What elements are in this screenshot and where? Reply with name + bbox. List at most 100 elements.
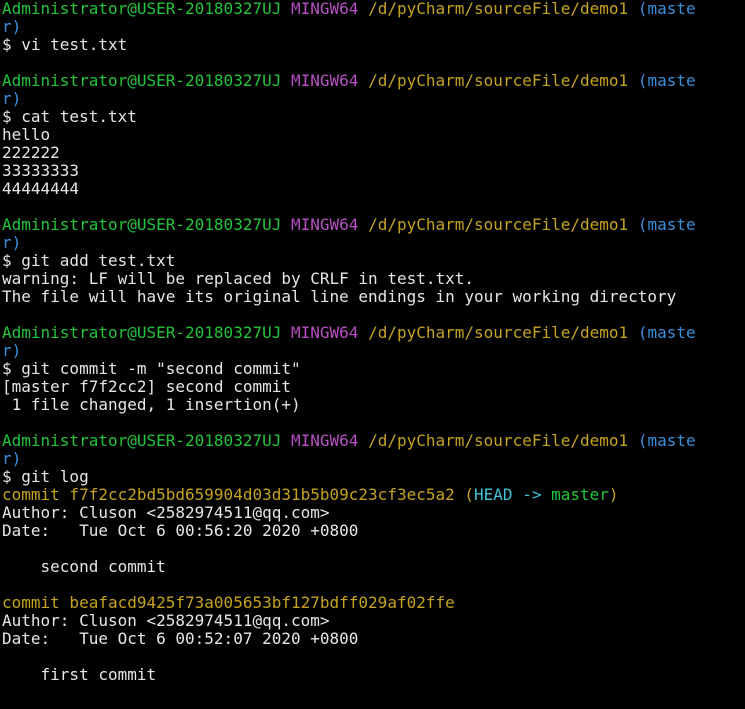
terminal-line: The file will have its original line end… xyxy=(2,288,745,306)
terminal-line: r) xyxy=(2,90,745,108)
terminal-text-segment: r) xyxy=(2,450,22,468)
terminal-text-segment: 1 file changed, 1 insertion(+) xyxy=(2,396,301,414)
terminal-line: hello xyxy=(2,126,745,144)
terminal-line: $ vi test.txt xyxy=(2,36,745,54)
terminal-text-segment: MINGW64 xyxy=(291,0,359,18)
terminal-text-segment: (maste xyxy=(637,324,696,342)
terminal-text-segment: Date: Tue Oct 6 00:52:07 2020 +0800 xyxy=(2,630,359,648)
terminal-line: r) xyxy=(2,234,745,252)
terminal-text-segment: HEAD -> xyxy=(474,486,552,504)
terminal-text-segment: master xyxy=(551,486,609,504)
terminal-line: [master f7f2cc2] second commit xyxy=(2,378,745,396)
terminal-text-segment: second commit xyxy=(2,558,166,576)
terminal-text-segment: r) xyxy=(2,234,22,252)
terminal-text-segment: r) xyxy=(2,18,22,36)
terminal-text-segment: hello xyxy=(2,126,51,144)
terminal-text-segment: MINGW64 xyxy=(291,324,359,342)
terminal-text-segment: /d/pyCharm/sourceFile/demo1 xyxy=(368,432,629,450)
terminal-line: $ git commit -m "second commit" xyxy=(2,360,745,378)
terminal-text-segment: /d/pyCharm/sourceFile/demo1 xyxy=(368,0,629,18)
terminal-text-segment: (maste xyxy=(637,216,696,234)
terminal-text-segment: 222222 xyxy=(2,144,60,162)
terminal-text-segment: 33333333 xyxy=(2,162,80,180)
terminal-text-segment: /d/pyCharm/sourceFile/demo1 xyxy=(368,324,629,342)
terminal-text-segment: MINGW64 xyxy=(291,72,359,90)
terminal-text-segment: Date: Tue Oct 6 00:56:20 2020 +0800 xyxy=(2,522,359,540)
terminal-text-segment: /d/pyCharm/sourceFile/demo1 xyxy=(368,216,629,234)
terminal-line: $ cat test.txt xyxy=(2,108,745,126)
terminal-line: r) xyxy=(2,18,745,36)
terminal-text-segment: Author: Cluson <2582974511@qq.com> xyxy=(2,504,330,522)
terminal-line: first commit xyxy=(2,666,745,684)
terminal-text-segment: commit f7f2cc2bd5bd659904d03d31b5b09c23c… xyxy=(2,486,455,504)
terminal-line: warning: LF will be replaced by CRLF in … xyxy=(2,270,745,288)
terminal-text-segment: [master f7f2cc2] second commit xyxy=(2,378,291,396)
terminal-line: $ git log xyxy=(2,468,745,486)
terminal-text-segment: r) xyxy=(2,342,22,360)
terminal-text-segment: $ git commit -m "second commit" xyxy=(2,360,301,378)
terminal-line: 44444444 xyxy=(2,180,745,198)
terminal-text-segment: MINGW64 xyxy=(291,216,359,234)
terminal-text-segment: $ git add test.txt xyxy=(2,252,176,270)
terminal-text-segment: r) xyxy=(2,90,22,108)
terminal-text-segment: ( xyxy=(464,486,475,504)
terminal-text-segment: Administrator@USER-20180327UJ xyxy=(2,432,282,450)
terminal-line: second commit xyxy=(2,558,745,576)
terminal-line: Author: Cluson <2582974511@qq.com> xyxy=(2,612,745,630)
terminal-line: r) xyxy=(2,450,745,468)
terminal-text-segment: ) xyxy=(608,486,619,504)
terminal-line: 1 file changed, 1 insertion(+) xyxy=(2,396,745,414)
terminal-line: Administrator@USER-20180327UJ MINGW64 /d… xyxy=(2,0,745,18)
terminal-line: Administrator@USER-20180327UJ MINGW64 /d… xyxy=(2,72,745,90)
terminal-text-segment: Administrator@USER-20180327UJ xyxy=(2,324,282,342)
terminal-text-segment: commit beafacd9425f73a005653bf127bdff029… xyxy=(2,594,455,612)
terminal-text-segment: (maste xyxy=(637,432,696,450)
terminal-text-segment: /d/pyCharm/sourceFile/demo1 xyxy=(368,72,629,90)
terminal-text-segment: Administrator@USER-20180327UJ xyxy=(2,216,282,234)
terminal-text-segment: Author: Cluson <2582974511@qq.com> xyxy=(2,612,330,630)
terminal-text-segment: Administrator@USER-20180327UJ xyxy=(2,0,282,18)
terminal-line: r) xyxy=(2,342,745,360)
terminal-line: $ git add test.txt xyxy=(2,252,745,270)
terminal-text-segment: $ git log xyxy=(2,468,89,486)
terminal-line: Administrator@USER-20180327UJ MINGW64 /d… xyxy=(2,324,745,342)
terminal-line: Administrator@USER-20180327UJ MINGW64 /d… xyxy=(2,432,745,450)
terminal-text-segment: Administrator@USER-20180327UJ xyxy=(2,72,282,90)
terminal-window[interactable]: Administrator@USER-20180327UJ MINGW64 /d… xyxy=(0,0,745,709)
terminal-line: Author: Cluson <2582974511@qq.com> xyxy=(2,504,745,522)
terminal-line: commit f7f2cc2bd5bd659904d03d31b5b09c23c… xyxy=(2,486,745,504)
terminal-line: commit beafacd9425f73a005653bf127bdff029… xyxy=(2,594,745,612)
terminal-line: 33333333 xyxy=(2,162,745,180)
terminal-line: 222222 xyxy=(2,144,745,162)
terminal-line: Date: Tue Oct 6 00:56:20 2020 +0800 xyxy=(2,522,745,540)
terminal-text-segment: warning: LF will be replaced by CRLF in … xyxy=(2,270,475,288)
terminal-text-segment: (maste xyxy=(637,0,696,18)
terminal-text-segment: (maste xyxy=(637,72,696,90)
terminal-text-segment: first commit xyxy=(2,666,157,684)
terminal-text-segment: 44444444 xyxy=(2,180,80,198)
terminal-text-segment: $ cat test.txt xyxy=(2,108,137,126)
terminal-text-segment: The file will have its original line end… xyxy=(2,288,677,306)
